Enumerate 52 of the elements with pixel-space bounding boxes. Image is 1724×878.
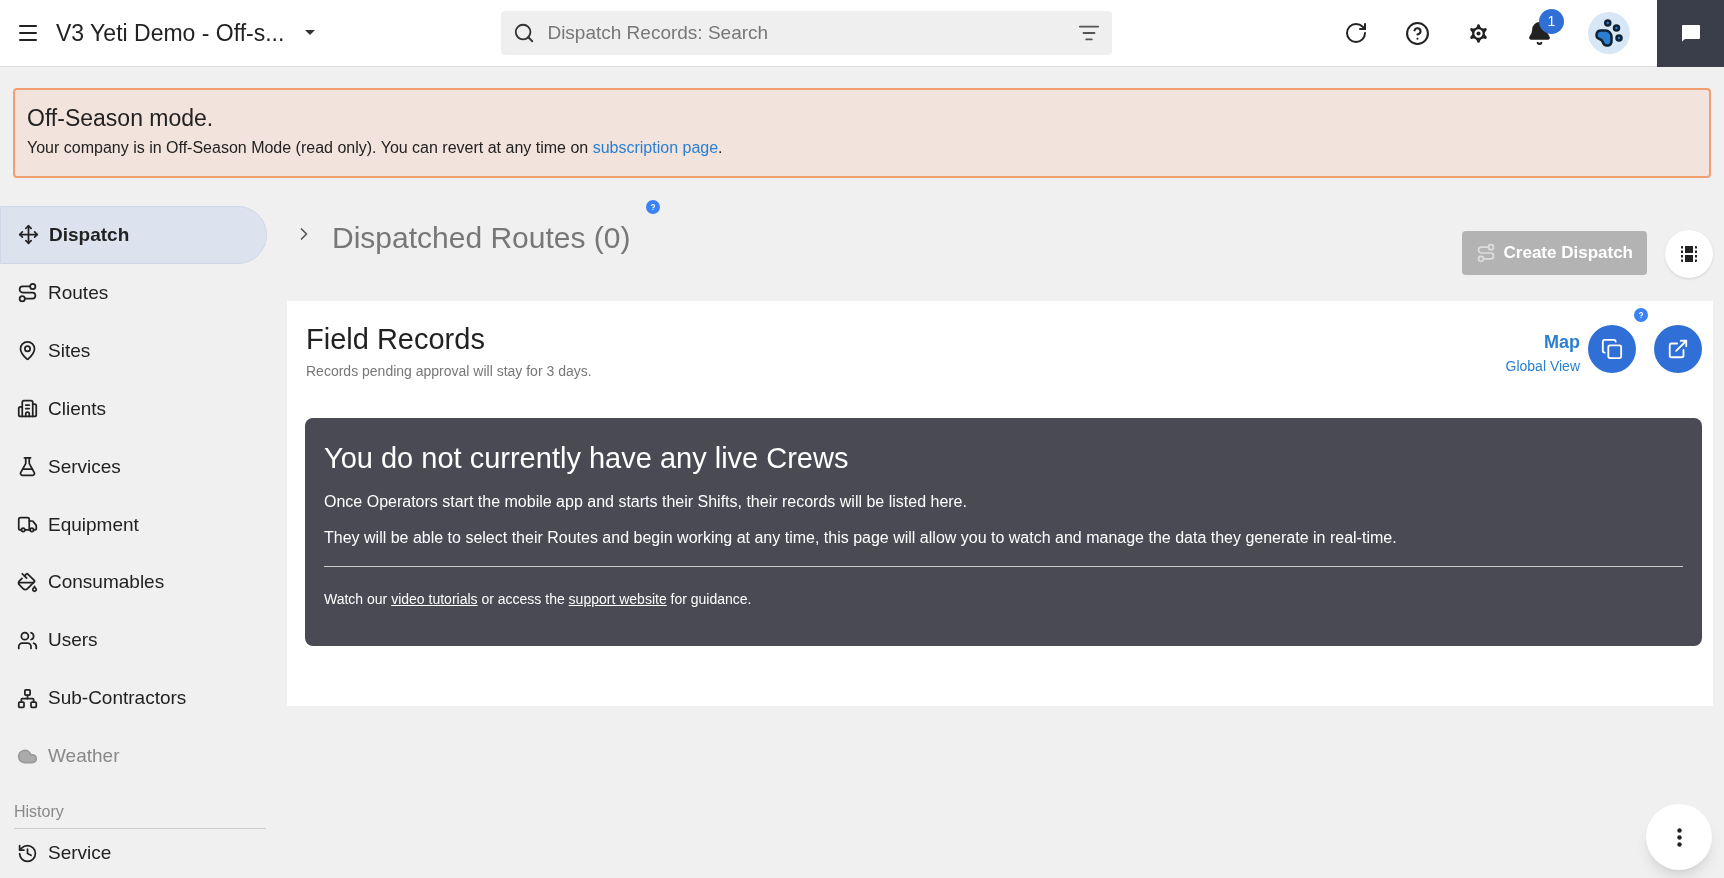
link[interactable]: support website: [568, 591, 667, 607]
caret-icon[interactable]: [304, 29, 317, 37]
sidebar-item[interactable]: Dispatch: [0, 206, 267, 264]
building-icon: [17, 398, 38, 420]
global-view-link[interactable]: Global View: [1505, 356, 1580, 377]
arrows-icon: [18, 224, 39, 246]
sidebar-item[interactable]: Services: [0, 437, 267, 496]
external-link-icon: [1667, 338, 1689, 360]
sidebar-item[interactable]: Consumables: [0, 553, 267, 612]
help-badge-icon[interactable]: [1634, 308, 1648, 322]
network-icon: [17, 688, 38, 710]
map-link[interactable]: Map: [1544, 329, 1580, 356]
empty-state-text: They will be able to select their Routes and begin working at any time, this page will allow you to watch and manage the data they generate in real-time.: [324, 528, 1398, 548]
card-subtitle: Records pending approval will stay for 3 days.: [306, 362, 593, 381]
avatar-icon[interactable]: [1588, 12, 1630, 54]
notification-count: 1: [1539, 8, 1564, 34]
section-title: Dispatched Routes (0): [332, 220, 631, 256]
paint-bucket-icon: [17, 572, 38, 594]
windows-button[interactable]: [1588, 325, 1636, 373]
chat-button[interactable]: [1657, 0, 1724, 67]
empty-state-text: Once Operators start the mobile app and starts their Shifts, their records will be listed here.: [324, 492, 968, 512]
sidebar-item[interactable]: Clients: [0, 379, 267, 438]
sidebar-item[interactable]: Users: [0, 611, 267, 670]
company-title: V3 Yeti Demo - Off-s...: [56, 18, 285, 48]
banner-message: Your company is in Off-Season Mode (read only). You can revert at any time on subscription page.: [27, 138, 724, 158]
card-title: Field Records: [306, 322, 486, 357]
video-button[interactable]: [1665, 230, 1713, 278]
history-heading: History: [14, 799, 266, 829]
more-vertical-icon: [1676, 827, 1682, 847]
search-field[interactable]: Dispatch Records: Search: [501, 11, 1113, 55]
sidebar-item[interactable]: Routes: [0, 264, 267, 322]
link[interactable]: video tutorials: [391, 591, 478, 607]
empty-state-title: You do not currently have any live Crews: [324, 441, 850, 476]
help-icon[interactable]: [1405, 20, 1430, 46]
sidebar-item[interactable]: Sites: [0, 321, 267, 380]
search-icon: [513, 22, 536, 44]
open-external-button[interactable]: [1654, 325, 1702, 373]
guidance-text: Watch our video tutorials or access the support website for guidance.: [324, 590, 753, 609]
help-badge-icon[interactable]: [646, 200, 661, 214]
banner-title: Off-Season mode.: [27, 104, 215, 132]
map-pin-icon: [17, 340, 38, 362]
sidebar-item[interactable]: Sub-Contractors: [0, 669, 267, 728]
sidebar-item[interactable]: Service: [0, 828, 267, 878]
windows-icon: [1601, 338, 1623, 360]
search-input[interactable]: Dispatch Records: Search: [547, 18, 1079, 48]
sidebar-item[interactable]: Equipment: [0, 495, 267, 554]
refresh-icon[interactable]: [1344, 21, 1368, 45]
route-icon: [1475, 243, 1496, 263]
route-icon: [17, 282, 38, 304]
flask-icon: [17, 456, 38, 478]
history-icon: [17, 842, 38, 864]
users-icon: [17, 630, 38, 652]
